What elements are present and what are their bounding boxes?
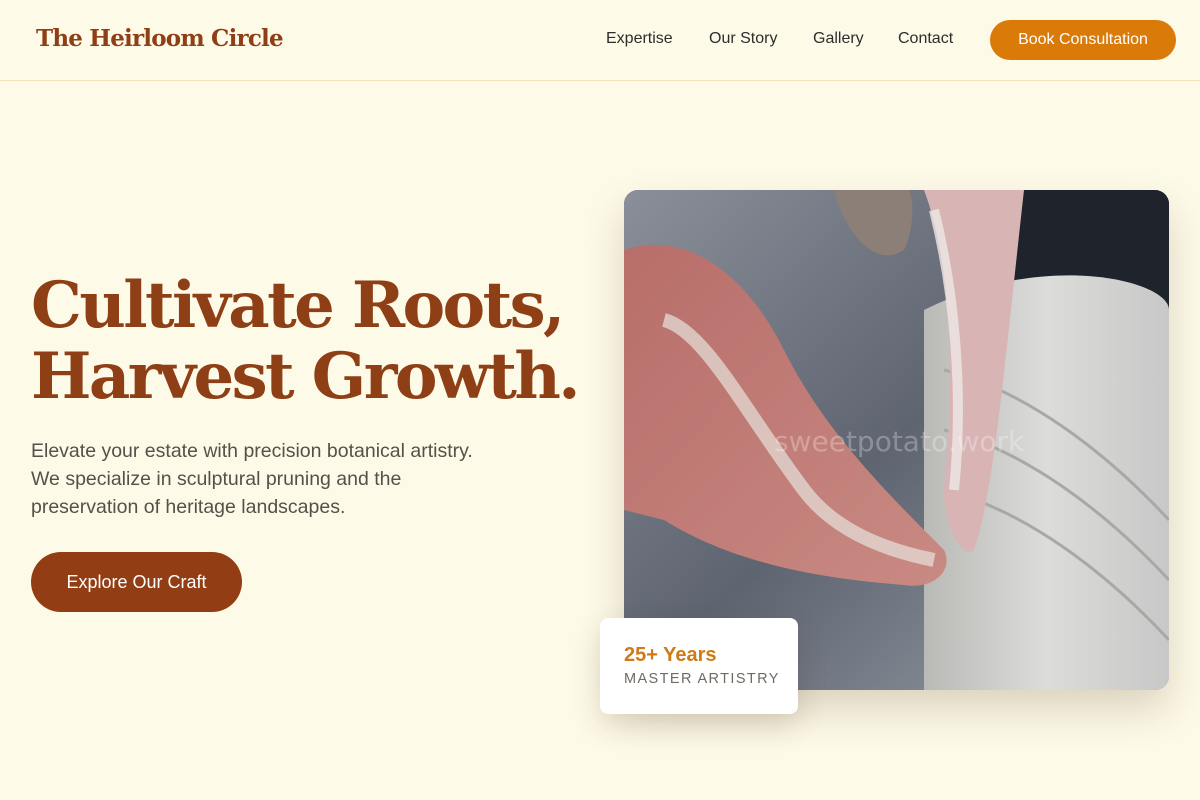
stat-value: 25+ Years — [624, 644, 717, 666]
nav-link-expertise[interactable]: Expertise — [606, 30, 673, 48]
image-watermark: sweetpotato.work — [774, 425, 1025, 458]
hero-description-line: preservation of heritage landscapes. — [31, 496, 346, 518]
hero-headline-line: Cultivate Roots, — [31, 268, 565, 343]
hero-description-line: Elevate your estate with precision botan… — [31, 440, 473, 462]
site-header: The Heirloom Circle Expertise Our Story … — [0, 0, 1200, 81]
hero-description: Elevate your estate with precision botan… — [31, 437, 531, 521]
hero-description-line: We specialize in sculptural pruning and … — [31, 468, 402, 490]
landing-page: The Heirloom Circle Expertise Our Story … — [0, 0, 1200, 800]
experience-stat-card: 25+ Years MASTER ARTISTRY — [600, 618, 798, 714]
nav-link-gallery[interactable]: Gallery — [813, 30, 864, 48]
hero-image: sweetpotato.work — [624, 190, 1169, 690]
nav-link-our-story[interactable]: Our Story — [709, 30, 777, 48]
nav-link-contact[interactable]: Contact — [898, 30, 953, 48]
hero-headline-line: Harvest Growth. — [31, 339, 581, 414]
brand-logo[interactable]: The Heirloom Circle — [36, 25, 284, 52]
hero-headline: Cultivate Roots, Harvest Growth. — [31, 270, 611, 412]
stat-label: MASTER ARTISTRY — [624, 671, 780, 687]
book-consultation-button[interactable]: Book Consultation — [990, 20, 1176, 60]
explore-craft-button[interactable]: Explore Our Craft — [31, 552, 242, 612]
